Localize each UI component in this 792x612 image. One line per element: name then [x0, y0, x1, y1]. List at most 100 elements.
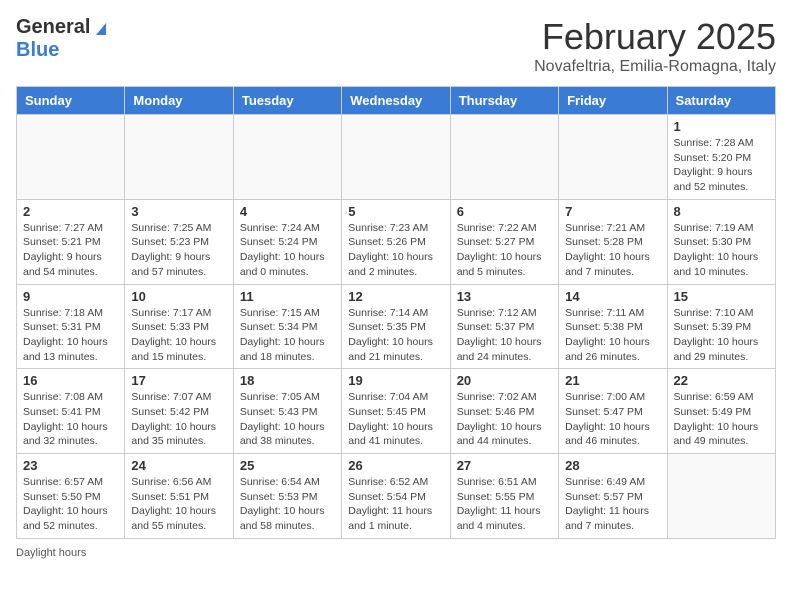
calendar-cell — [450, 115, 558, 200]
day-info: Sunrise: 7:07 AMSunset: 5:42 PMDaylight:… — [131, 390, 226, 449]
calendar-cell: 11Sunrise: 7:15 AMSunset: 5:34 PMDayligh… — [233, 284, 341, 369]
daylight-label: Daylight hours — [16, 547, 86, 559]
day-number: 8 — [674, 204, 769, 219]
day-info: Sunrise: 7:15 AMSunset: 5:34 PMDaylight:… — [240, 306, 335, 365]
calendar-week-5: 23 Sunrise: 6:57 AMSunset: 5:50 PMDayligh… — [17, 454, 776, 539]
day-number: 13 — [457, 289, 552, 304]
calendar-cell: 25 Sunrise: 6:54 AMSunset: 5:53 PMDayligh… — [233, 454, 341, 539]
day-info: Sunrise: 6:52 AMSunset: 5:54 PMDaylight:… — [348, 475, 443, 534]
calendar-cell: 9 Sunrise: 7:18 AMSunset: 5:31 PMDaylight… — [17, 284, 125, 369]
location: Novafeltria, Emilia-Romagna, Italy — [534, 58, 776, 76]
day-number: 28 — [565, 458, 660, 473]
day-number: 6 — [457, 204, 552, 219]
calendar-week-4: 16 Sunrise: 7:08 AMSunset: 5:41 PMDayligh… — [17, 369, 776, 454]
day-number: 27 — [457, 458, 552, 473]
calendar-cell: 8 Sunrise: 7:19 AMSunset: 5:30 PMDaylight… — [667, 199, 775, 284]
page-header: General Blue February 2025 Novafeltria, … — [16, 16, 776, 76]
day-number: 7 — [565, 204, 660, 219]
calendar-cell: 3 Sunrise: 7:25 AMSunset: 5:23 PMDaylight… — [125, 199, 233, 284]
calendar-cell: 17 Sunrise: 7:07 AMSunset: 5:42 PMDayligh… — [125, 369, 233, 454]
calendar-week-2: 2 Sunrise: 7:27 AMSunset: 5:21 PMDaylight… — [17, 199, 776, 284]
day-info: Sunrise: 6:57 AMSunset: 5:50 PMDaylight:… — [23, 475, 118, 534]
calendar-header-row: SundayMondayTuesdayWednesdayThursdayFrid… — [17, 87, 776, 115]
calendar-cell: 10Sunrise: 7:17 AMSunset: 5:33 PMDayligh… — [125, 284, 233, 369]
day-number: 24 — [131, 458, 226, 473]
calendar-cell: 15Sunrise: 7:10 AMSunset: 5:39 PMDayligh… — [667, 284, 775, 369]
calendar-cell: 20 Sunrise: 7:02 AMSunset: 5:46 PMDayligh… — [450, 369, 558, 454]
calendar-cell: 28 Sunrise: 6:49 AMSunset: 5:57 PMDayligh… — [559, 454, 667, 539]
calendar-cell: 26 Sunrise: 6:52 AMSunset: 5:54 PMDayligh… — [342, 454, 450, 539]
calendar-cell — [559, 115, 667, 200]
day-info: Sunrise: 7:00 AMSunset: 5:47 PMDaylight:… — [565, 390, 660, 449]
day-info: Sunrise: 7:27 AMSunset: 5:21 PMDaylight:… — [23, 221, 118, 280]
calendar-cell: 18 Sunrise: 7:05 AMSunset: 5:43 PMDayligh… — [233, 369, 341, 454]
day-number: 23 — [23, 458, 118, 473]
day-info: Sunrise: 7:12 AMSunset: 5:37 PMDaylight:… — [457, 306, 552, 365]
day-info: Sunrise: 7:05 AMSunset: 5:43 PMDaylight:… — [240, 390, 335, 449]
day-info: Sunrise: 7:18 AMSunset: 5:31 PMDaylight:… — [23, 306, 118, 365]
calendar-cell: 14 Sunrise: 7:11 AMSunset: 5:38 PMDayligh… — [559, 284, 667, 369]
month-title: February 2025 — [534, 16, 776, 58]
day-info: Sunrise: 7:11 AMSunset: 5:38 PMDaylight:… — [565, 306, 660, 365]
day-info: Sunrise: 7:10 AMSunset: 5:39 PMDaylight:… — [674, 306, 769, 365]
calendar-cell: 1 Sunrise: 7:28 AMSunset: 5:20 PMDaylight… — [667, 115, 775, 200]
calendar-cell — [125, 115, 233, 200]
day-number: 3 — [131, 204, 226, 219]
day-number: 20 — [457, 373, 552, 388]
calendar-cell: 12Sunrise: 7:14 AMSunset: 5:35 PMDayligh… — [342, 284, 450, 369]
calendar-weekday-friday: Friday — [559, 87, 667, 115]
calendar-cell: 24 Sunrise: 6:56 AMSunset: 5:51 PMDayligh… — [125, 454, 233, 539]
day-number: 26 — [348, 458, 443, 473]
calendar-cell: 6 Sunrise: 7:22 AMSunset: 5:27 PMDaylight… — [450, 199, 558, 284]
calendar-cell — [17, 115, 125, 200]
calendar-cell: 13 Sunrise: 7:12 AMSunset: 5:37 PMDayligh… — [450, 284, 558, 369]
day-number: 5 — [348, 204, 443, 219]
calendar-cell — [342, 115, 450, 200]
day-number: 22 — [674, 373, 769, 388]
calendar-cell: 23 Sunrise: 6:57 AMSunset: 5:50 PMDayligh… — [17, 454, 125, 539]
day-number: 2 — [23, 204, 118, 219]
day-number: 9 — [23, 289, 118, 304]
day-info: Sunrise: 7:24 AMSunset: 5:24 PMDaylight:… — [240, 221, 335, 280]
day-info: Sunrise: 6:51 AMSunset: 5:55 PMDaylight:… — [457, 475, 552, 534]
day-number: 16 — [23, 373, 118, 388]
day-number: 21 — [565, 373, 660, 388]
calendar-cell: 22Sunrise: 6:59 AMSunset: 5:49 PMDayligh… — [667, 369, 775, 454]
calendar-cell: 16 Sunrise: 7:08 AMSunset: 5:41 PMDayligh… — [17, 369, 125, 454]
day-number: 19 — [348, 373, 443, 388]
day-number: 12 — [348, 289, 443, 304]
day-info: Sunrise: 6:56 AMSunset: 5:51 PMDaylight:… — [131, 475, 226, 534]
title-block: February 2025 Novafeltria, Emilia-Romagn… — [534, 16, 776, 76]
day-info: Sunrise: 7:25 AMSunset: 5:23 PMDaylight:… — [131, 221, 226, 280]
calendar-cell: 27 Sunrise: 6:51 AMSunset: 5:55 PMDayligh… — [450, 454, 558, 539]
calendar-cell: 4Sunrise: 7:24 AMSunset: 5:24 PMDaylight… — [233, 199, 341, 284]
day-info: Sunrise: 7:28 AMSunset: 5:20 PMDaylight:… — [674, 136, 769, 195]
day-info: Sunrise: 7:22 AMSunset: 5:27 PMDaylight:… — [457, 221, 552, 280]
day-info: Sunrise: 7:08 AMSunset: 5:41 PMDaylight:… — [23, 390, 118, 449]
day-info: Sunrise: 6:49 AMSunset: 5:57 PMDaylight:… — [565, 475, 660, 534]
day-number: 14 — [565, 289, 660, 304]
calendar-weekday-monday: Monday — [125, 87, 233, 115]
calendar-cell: 2 Sunrise: 7:27 AMSunset: 5:21 PMDaylight… — [17, 199, 125, 284]
calendar-weekday-wednesday: Wednesday — [342, 87, 450, 115]
calendar-cell — [233, 115, 341, 200]
day-info: Sunrise: 7:19 AMSunset: 5:30 PMDaylight:… — [674, 221, 769, 280]
day-number: 18 — [240, 373, 335, 388]
calendar-table: SundayMondayTuesdayWednesdayThursdayFrid… — [16, 86, 776, 539]
day-info: Sunrise: 7:02 AMSunset: 5:46 PMDaylight:… — [457, 390, 552, 449]
day-number: 1 — [674, 119, 769, 134]
calendar-weekday-tuesday: Tuesday — [233, 87, 341, 115]
calendar-cell: 7 Sunrise: 7:21 AMSunset: 5:28 PMDaylight… — [559, 199, 667, 284]
day-info: Sunrise: 7:21 AMSunset: 5:28 PMDaylight:… — [565, 221, 660, 280]
calendar-weekday-saturday: Saturday — [667, 87, 775, 115]
logo: General Blue — [16, 16, 110, 62]
calendar-cell: 5Sunrise: 7:23 AMSunset: 5:26 PMDaylight… — [342, 199, 450, 284]
calendar-week-3: 9 Sunrise: 7:18 AMSunset: 5:31 PMDaylight… — [17, 284, 776, 369]
logo-blue-text: Blue — [16, 39, 59, 62]
day-info: Sunrise: 6:54 AMSunset: 5:53 PMDaylight:… — [240, 475, 335, 534]
day-number: 25 — [240, 458, 335, 473]
calendar-cell: 19Sunrise: 7:04 AMSunset: 5:45 PMDayligh… — [342, 369, 450, 454]
day-number: 17 — [131, 373, 226, 388]
footer: Daylight hours — [16, 547, 776, 559]
day-number: 10 — [131, 289, 226, 304]
